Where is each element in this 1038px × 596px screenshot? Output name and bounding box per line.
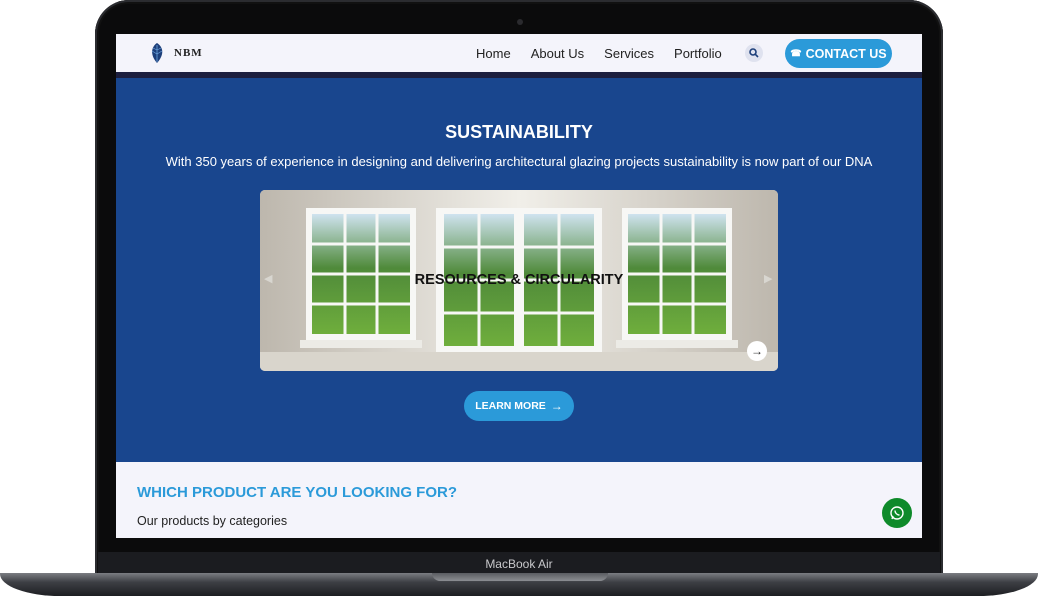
hero-subtitle: With 350 years of experience in designin… — [165, 154, 873, 169]
browser-screen: NBM Home About Us Services Portfolio ☎ C… — [116, 34, 922, 538]
camera-icon — [517, 19, 523, 25]
hero-section: SUSTAINABILITY With 350 years of experie… — [116, 78, 922, 462]
arrow-right-icon: → — [751, 344, 763, 358]
nav-home[interactable]: Home — [476, 46, 511, 61]
whatsapp-button[interactable] — [882, 498, 912, 528]
search-button[interactable] — [745, 44, 763, 62]
logo-text: NBM — [174, 47, 203, 59]
slide-caption: RESOURCES & CIRCULARITY — [414, 272, 624, 288]
whatsapp-icon — [890, 506, 904, 520]
products-title: WHICH PRODUCT ARE YOU LOOKING FOR? — [137, 484, 457, 501]
arrow-right-icon: → — [550, 399, 563, 413]
products-subtitle: Our products by categories — [137, 514, 288, 528]
learn-more-label: LEARN MORE — [475, 400, 546, 412]
nav-portfolio[interactable]: Portfolio — [674, 46, 722, 61]
nav-services[interactable]: Services — [604, 46, 654, 61]
leaf-logo-icon — [151, 43, 163, 63]
contact-us-label: CONTACT US — [805, 46, 887, 61]
hero-title: SUSTAINABILITY — [445, 122, 593, 142]
contact-us-button[interactable]: ☎ CONTACT US — [785, 39, 892, 68]
megaphone-icon: ☎ — [790, 48, 802, 58]
learn-more-button[interactable]: LEARN MORE → — [464, 391, 574, 421]
products-section: WHICH PRODUCT ARE YOU LOOKING FOR? Our p… — [116, 462, 922, 538]
slider-next-button[interactable]: → — [747, 341, 767, 361]
nav-about-us[interactable]: About Us — [531, 46, 584, 61]
image-slider[interactable]: ◀ ▶ RESOURCES & CIRCULARITY → — [260, 190, 778, 371]
main-nav: Home About Us Services Portfolio — [476, 34, 742, 72]
site-logo[interactable]: NBM — [146, 41, 246, 65]
top-navbar: NBM Home About Us Services Portfolio ☎ C… — [116, 34, 922, 72]
search-icon — [749, 48, 759, 58]
laptop-notch — [432, 573, 608, 581]
device-label: MacBook Air — [485, 557, 553, 571]
